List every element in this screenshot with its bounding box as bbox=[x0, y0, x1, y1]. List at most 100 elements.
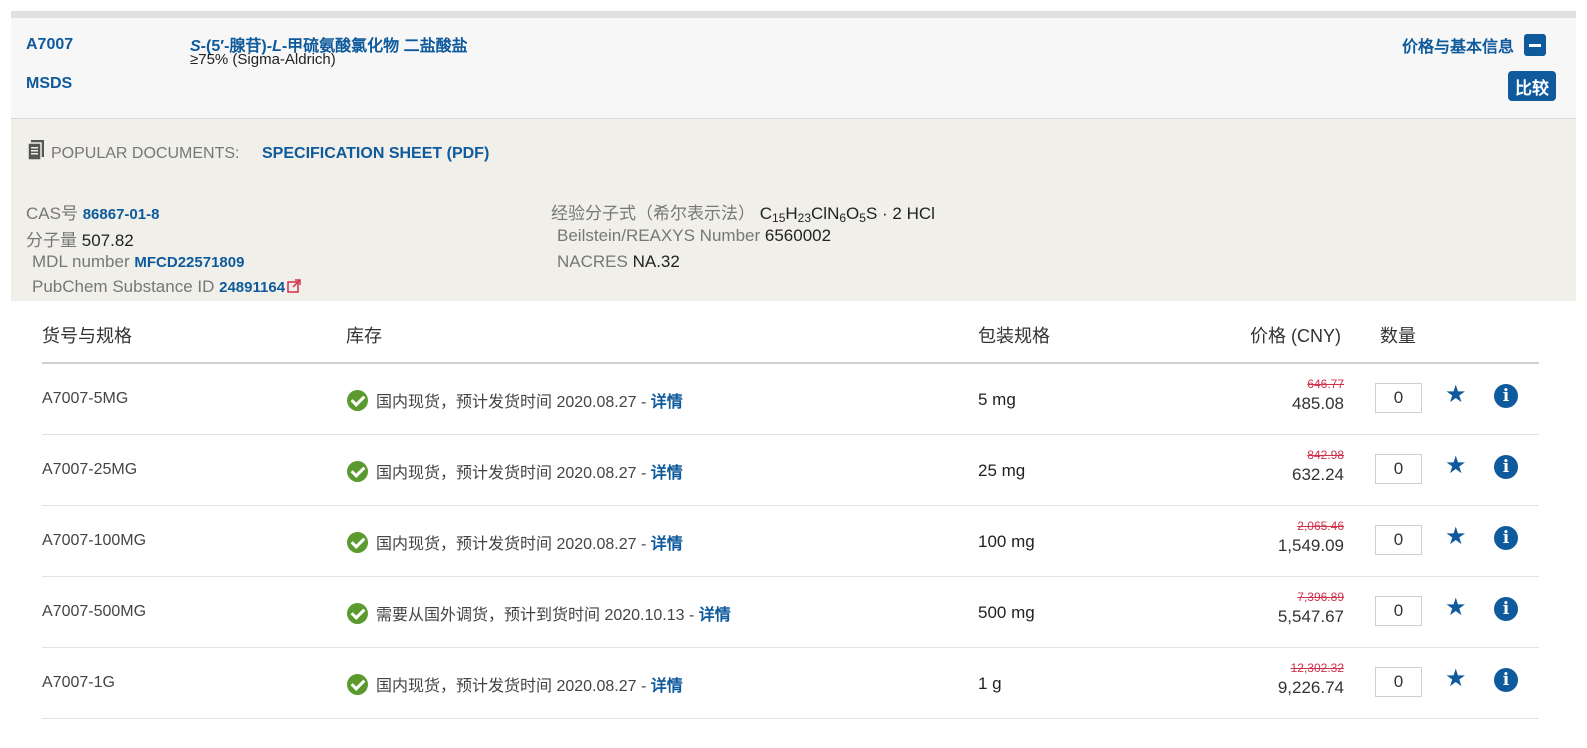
stock-status: 国内现货，预计发货时间 2020.08.27 - bbox=[376, 465, 651, 482]
current-price: 5,547.67 bbox=[1277, 607, 1344, 626]
original-price: 2,065.46 bbox=[1297, 519, 1344, 533]
formula-sub: 23 bbox=[797, 211, 812, 225]
empirical-formula: 经验分子式（希尔表示法） C15H23ClN6O5S · 2 HCl bbox=[551, 199, 935, 225]
row-price: 646.77 485.08 bbox=[1292, 377, 1344, 414]
row-price: 842.98 632.24 bbox=[1292, 448, 1344, 485]
mw-label: 分子量 bbox=[26, 231, 77, 250]
details-link[interactable]: 详情 bbox=[651, 465, 683, 482]
popular-documents-label: POPULAR DOCUMENTS: bbox=[51, 145, 240, 162]
formula-part: ClN bbox=[811, 204, 840, 223]
formula-part: S · 2 HCl bbox=[865, 204, 935, 223]
table-row: A7007-500MG 需要从国外调货，预计到货时间 2020.10.13 - … bbox=[42, 577, 1539, 648]
info-icon[interactable]: i bbox=[1494, 597, 1518, 621]
quantity-input[interactable] bbox=[1375, 596, 1422, 626]
details-link[interactable]: 详情 bbox=[699, 607, 731, 624]
info-icon[interactable]: i bbox=[1494, 526, 1518, 550]
quantity-input[interactable] bbox=[1375, 525, 1422, 555]
price-info-label: 价格与基本信息 bbox=[1401, 39, 1514, 56]
current-price: 9,226.74 bbox=[1277, 678, 1344, 697]
info-icon[interactable]: i bbox=[1494, 668, 1518, 692]
info-icon[interactable]: i bbox=[1494, 455, 1518, 479]
header-stock: 库存 bbox=[346, 326, 382, 346]
product-header: A7007 MSDS S-(5′-腺苷)-L-甲硫氨酸氯化物 二盐酸盐 ≥75%… bbox=[11, 18, 1576, 118]
nacres-value: NA.32 bbox=[632, 252, 680, 271]
row-stock: 国内现货，预计发货时间 2020.08.27 - 详情 bbox=[347, 672, 683, 696]
row-stock: 需要从国外调货，预计到货时间 2020.10.13 - 详情 bbox=[347, 601, 731, 625]
quantity-input[interactable] bbox=[1375, 667, 1422, 697]
price-info-toggle[interactable]: 价格与基本信息 bbox=[1402, 33, 1546, 57]
header-pack: 包装规格 bbox=[978, 326, 1050, 346]
beilstein-number: Beilstein/REAXYS Number 6560002 bbox=[557, 226, 831, 246]
info-icon[interactable]: i bbox=[1494, 384, 1518, 408]
original-price: 12,302.32 bbox=[1290, 661, 1344, 675]
stock-status: 国内现货，预计发货时间 2020.08.27 - bbox=[376, 678, 651, 695]
mdl-label: MDL number bbox=[32, 252, 130, 271]
stock-text: 国内现货，预计发货时间 2020.08.27 - 详情 bbox=[376, 530, 683, 554]
table-row: A7007-25MG 国内现货，预计发货时间 2020.08.27 - 详情 2… bbox=[42, 435, 1539, 506]
compare-button[interactable]: 比较 bbox=[1508, 71, 1556, 101]
cas-label: CAS号 bbox=[26, 204, 78, 223]
formula-value: C15H23ClN6O5S · 2 HCl bbox=[760, 204, 935, 225]
external-link-icon[interactable] bbox=[287, 279, 301, 293]
product-sku-link[interactable]: A7007 bbox=[26, 36, 73, 54]
quantity-input[interactable] bbox=[1375, 454, 1422, 484]
current-price: 485.08 bbox=[1292, 394, 1344, 413]
star-icon[interactable]: ★ bbox=[1445, 454, 1467, 478]
star-icon[interactable]: ★ bbox=[1445, 596, 1467, 620]
row-pack-size: 1 g bbox=[978, 674, 1002, 693]
mw-value: 507.82 bbox=[81, 231, 134, 250]
product-subtitle: ≥75% (Sigma-Aldrich) bbox=[190, 51, 336, 68]
pubchem-label: PubChem Substance ID bbox=[32, 277, 215, 296]
row-pack-size: 25 mg bbox=[978, 461, 1026, 480]
row-price: 7,396.89 5,547.67 bbox=[1278, 590, 1344, 627]
row-sku: A7007-100MG bbox=[42, 532, 147, 549]
pricing-table: 货号与规格 库存 包装规格 价格 (CNY) 数量 A7007-5MG 国内现货… bbox=[11, 301, 1576, 748]
specification-sheet-link[interactable]: SPECIFICATION SHEET (PDF) bbox=[262, 145, 489, 163]
pubchem-link[interactable]: 24891164 bbox=[219, 279, 285, 296]
minus-icon[interactable] bbox=[1524, 34, 1546, 56]
formula-part: O bbox=[846, 204, 860, 223]
details-link[interactable]: 详情 bbox=[651, 678, 683, 695]
molecular-weight: 分子量 507.82 bbox=[26, 226, 134, 251]
original-price: 646.77 bbox=[1307, 377, 1344, 391]
msds-link[interactable]: MSDS bbox=[26, 75, 72, 93]
stock-text: 需要从国外调货，预计到货时间 2020.10.13 - 详情 bbox=[376, 601, 731, 625]
details-link[interactable]: 详情 bbox=[651, 536, 683, 553]
stock-status: 需要从国外调货，预计到货时间 2020.10.13 - bbox=[376, 607, 699, 624]
row-sku: A7007-25MG bbox=[42, 461, 138, 478]
mdl-link[interactable]: MFCD22571809 bbox=[134, 254, 244, 271]
stock-text: 国内现货，预计发货时间 2020.08.27 - 详情 bbox=[376, 672, 683, 696]
check-circle-icon bbox=[347, 460, 368, 482]
check-circle-icon bbox=[347, 602, 368, 624]
check-circle-icon bbox=[347, 673, 368, 695]
beilstein-value: 6560002 bbox=[764, 226, 832, 245]
table-row: A7007-5MG 国内现货，预计发货时间 2020.08.27 - 详情 5 … bbox=[42, 364, 1539, 435]
star-icon[interactable]: ★ bbox=[1445, 525, 1467, 549]
row-price: 12,302.32 9,226.74 bbox=[1278, 661, 1344, 698]
original-price: 7,396.89 bbox=[1297, 590, 1344, 604]
formula-label: 经验分子式（希尔表示法） bbox=[551, 204, 755, 223]
star-icon[interactable]: ★ bbox=[1445, 667, 1467, 691]
check-circle-icon bbox=[347, 531, 368, 553]
details-link[interactable]: 详情 bbox=[651, 394, 683, 411]
nacres: NACRES NA.32 bbox=[557, 252, 680, 272]
pubchem-id: PubChem Substance ID 24891164 bbox=[32, 277, 301, 297]
table-row: A7007-100MG 国内现货，预计发货时间 2020.08.27 - 详情 … bbox=[42, 506, 1539, 577]
document-icon bbox=[28, 140, 44, 160]
row-pack-size: 5 mg bbox=[978, 390, 1016, 409]
formula-sub: 15 bbox=[772, 211, 786, 225]
formula-part: H bbox=[785, 204, 798, 223]
row-price: 2,065.46 1,549.09 bbox=[1278, 519, 1344, 556]
stock-status: 国内现货，预计发货时间 2020.08.27 - bbox=[376, 536, 651, 553]
header-price: 价格 (CNY) bbox=[1250, 326, 1341, 346]
cas-link[interactable]: 86867-01-8 bbox=[83, 206, 160, 223]
row-sku: A7007-1G bbox=[42, 674, 115, 691]
quantity-input[interactable] bbox=[1375, 383, 1422, 413]
star-icon[interactable]: ★ bbox=[1445, 383, 1467, 407]
row-pack-size: 500 mg bbox=[978, 603, 1035, 622]
row-stock: 国内现货，预计发货时间 2020.08.27 - 详情 bbox=[347, 530, 683, 554]
row-pack-size: 100 mg bbox=[978, 532, 1035, 551]
nacres-label: NACRES bbox=[557, 252, 628, 271]
stock-text: 国内现货，预计发货时间 2020.08.27 - 详情 bbox=[376, 459, 683, 483]
header-sku: 货号与规格 bbox=[42, 326, 132, 346]
